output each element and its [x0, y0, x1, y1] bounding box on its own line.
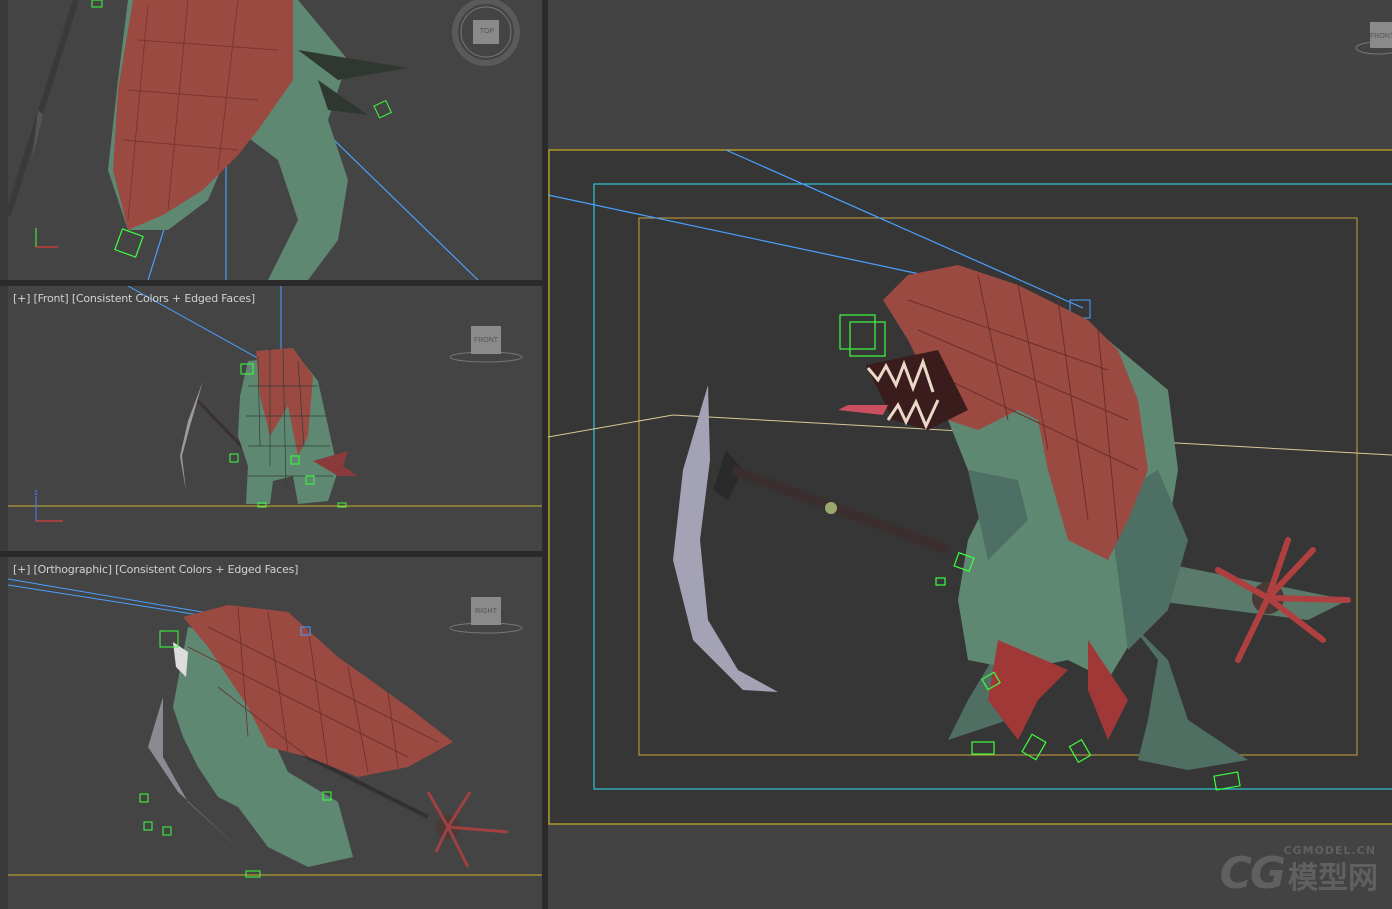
viewport-front-canvas — [8, 286, 542, 522]
viewport-label-orthographic: [+] [Orthographic] [Consistent Colors + … — [13, 563, 298, 576]
viewport-shading-menu[interactable]: [Consistent Colors + Edged Faces] — [115, 563, 298, 576]
watermark-cg: CG — [1219, 848, 1286, 899]
viewport-label-front: [+] [Front] [Consistent Colors + Edged F… — [13, 292, 255, 305]
viewport-shading-menu[interactable]: [Consistent Colors + Edged Faces] — [72, 292, 255, 305]
viewport-view-menu[interactable]: [Front] — [34, 292, 69, 305]
viewport-top[interactable]: TOP — [8, 0, 542, 280]
scythe-blade — [180, 381, 203, 491]
watermark-logo: CGMODEL.CN CG 模型网 — [1219, 844, 1378, 899]
viewport-top-canvas — [8, 0, 520, 280]
watermark-site: CGMODEL.CN — [1283, 844, 1376, 857]
viewport-orthographic[interactable]: RIGHT [+] [Orthographic] [Consistent Col… — [8, 557, 542, 909]
viewport-orthographic-canvas — [8, 578, 542, 878]
viewcube-front-label: FRONT — [473, 337, 499, 344]
scythe-shaft — [8, 0, 79, 216]
viewport-perspective[interactable]: FRONT CGMODEL.CN CG 模型网 — [548, 0, 1392, 909]
viewcube-perspective-label: FRONT — [1370, 33, 1392, 40]
watermark-cn: 模型网 — [1288, 861, 1378, 896]
viewport-front[interactable]: FRONT z [+] [Front] [Consistent Colors +… — [8, 286, 542, 551]
mace-head — [426, 791, 509, 868]
viewport-view-menu[interactable]: [Orthographic] — [34, 563, 112, 576]
axis-tripod — [35, 496, 63, 522]
viewcube-top-label: TOP — [479, 28, 495, 35]
viewport-menu-plus[interactable]: [+] — [13, 292, 30, 305]
viewport-menu-plus[interactable]: [+] — [13, 563, 30, 576]
viewcube-right[interactable] — [449, 597, 523, 634]
viewcube-right-label: RIGHT — [475, 608, 497, 615]
viewcube-front[interactable] — [449, 326, 523, 363]
axis-tripod — [35, 228, 58, 248]
axis-z-label: z — [34, 488, 38, 497]
viewport-perspective-canvas — [548, 22, 1392, 825]
